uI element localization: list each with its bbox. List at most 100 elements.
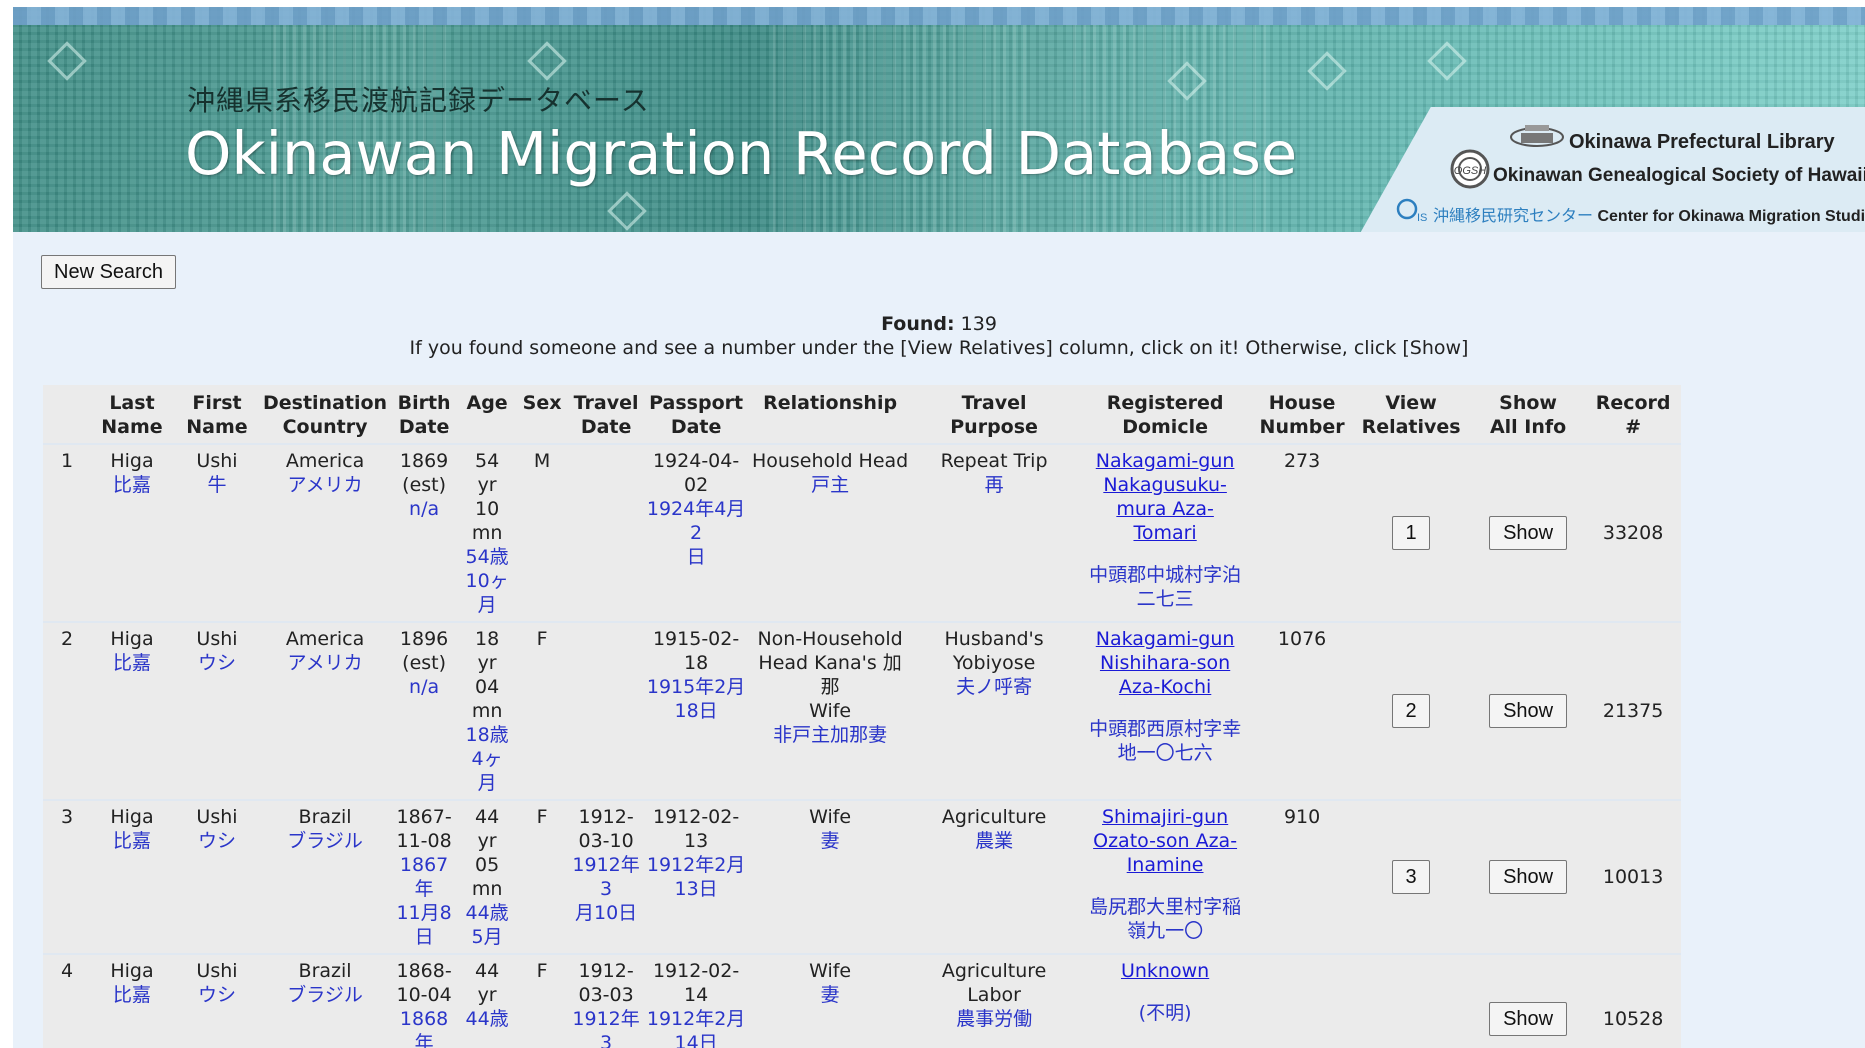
record-number-cell: 21375 xyxy=(1585,621,1682,800)
view-relatives-cell: 2 xyxy=(1351,621,1472,800)
domicile-link[interactable]: Shimajiri-gun Ozato-son Aza- Inamine xyxy=(1079,805,1251,877)
passport-date-line: 1915-02- xyxy=(652,628,740,650)
travel-date-cell xyxy=(569,621,644,800)
age-jp-line: 4ヶ xyxy=(471,748,503,770)
destination-cell: Brazil ブラジル xyxy=(261,953,390,1048)
view-relatives-button[interactable]: 2 xyxy=(1392,694,1431,728)
sponsor-center-japanese: 沖縄移民研究センター xyxy=(1433,208,1594,225)
first-name-cell: Ushi ウシ xyxy=(173,799,261,954)
last-name-cell: Higa 比嘉 xyxy=(91,953,173,1048)
destination-en: America xyxy=(285,450,365,472)
domicile-link[interactable]: Unknown xyxy=(1079,959,1251,983)
age-line: yr xyxy=(477,652,497,674)
domicile-link[interactable]: Nakagami-gun Nakagusuku-mura Aza- Tomari xyxy=(1079,449,1251,545)
domicile-link-line: mura Aza- xyxy=(1116,498,1214,520)
last-name-en: Higa xyxy=(110,450,154,472)
table-row: 3 Higa 比嘉 Ushi ウシ Brazil ブラジル 1867- 11-08 1867年 11… xyxy=(43,799,1682,954)
birth-date-cell: 1869 (est) n/a xyxy=(389,443,460,622)
passport-date-line: 14 xyxy=(684,984,709,1006)
age-jp-line: 10ヶ xyxy=(465,570,509,592)
results-body: 1 Higa 比嘉 Ushi 牛 America アメリカ 1869 (est) n/a 54 yr 1… xyxy=(43,443,1682,1048)
last-name-jp: 比嘉 xyxy=(112,830,151,852)
age-cell: 44 yr 05 mn 44歳 5月 xyxy=(459,799,516,954)
new-search-button[interactable]: New Search xyxy=(41,255,176,289)
header-registered-domicile: Registered Domicle xyxy=(1077,385,1254,444)
last-name-en: Higa xyxy=(110,628,154,650)
domicile-link-line: Nakagami-gun xyxy=(1095,450,1235,472)
passport-date-line: 02 xyxy=(684,474,709,496)
domicile-link-line: Nakagami-gun xyxy=(1095,628,1235,650)
age-jp-line: 5月 xyxy=(471,926,503,948)
age-line: yr xyxy=(477,830,497,852)
header-sex: Sex xyxy=(515,385,570,444)
domicile-link-line: Ozato-son Aza- xyxy=(1093,830,1238,852)
domicile-link-line: Tomari xyxy=(1133,522,1197,544)
travel-date-jp-line: 月10日 xyxy=(575,902,638,924)
show-all-info-button[interactable]: Show xyxy=(1489,1002,1568,1036)
view-relatives-button[interactable]: 3 xyxy=(1392,860,1431,894)
header-house-number: House Number xyxy=(1253,385,1352,444)
travel-purpose-cell: Husband's Yobiyose 夫ノ呼寄 xyxy=(911,621,1078,800)
relationship-cell: Household Head 戸主 xyxy=(749,443,912,622)
relationship-line: Household Head xyxy=(751,450,909,472)
page: 沖縄県系移民渡航記録データベース Okinawan Migration Reco… xyxy=(13,7,1865,1048)
domicile-jp-line: 島尻郡大里村字稲 xyxy=(1089,896,1242,918)
domicile-jp-line: 嶺九一〇 xyxy=(1127,920,1204,942)
sponsor-library-name: Okinawa Prefectural Library xyxy=(1569,131,1835,153)
birth-date-cell: 1868-10-041868年10月4 xyxy=(389,953,460,1048)
first-name-jp: ウシ xyxy=(197,984,236,1006)
banner-motif xyxy=(1307,51,1347,91)
travel-purpose-line: Agriculture Labor xyxy=(941,960,1047,1006)
age-jp-line: 月 xyxy=(477,772,497,794)
banner-english-title: Okinawan Migration Record Database xyxy=(185,119,1298,188)
domicile-spacer xyxy=(1079,699,1251,717)
age-line: 54 xyxy=(475,450,500,472)
destination-jp: アメリカ xyxy=(287,652,363,674)
view-relatives-button[interactable]: 1 xyxy=(1392,516,1431,550)
passport-date-cell: 1912-02- 14 1912年2月 14日 xyxy=(643,953,750,1048)
age-cell: 44 yr 44歳 xyxy=(459,953,516,1048)
travel-purpose-jp-line: 農事労働 xyxy=(956,1008,1033,1030)
travel-purpose-line: Yobiyose xyxy=(952,652,1036,674)
birth-date-jp-line: 1867年 xyxy=(399,854,449,900)
first-name-cell: Ushi ウシ xyxy=(173,953,261,1048)
first-name-cell: Ushi ウシ xyxy=(173,621,261,800)
age-line: 05 xyxy=(475,854,500,876)
destination-en: Brazil xyxy=(298,960,352,982)
show-all-info-cell: Show xyxy=(1471,621,1586,800)
table-row: 2 Higa 比嘉 Ushi ウシ America アメリカ 1896 (est) n/a 18 yr… xyxy=(43,621,1682,800)
view-relatives-cell xyxy=(1351,953,1472,1048)
show-all-info-button[interactable]: Show xyxy=(1489,516,1568,550)
show-all-info-button[interactable]: Show xyxy=(1489,860,1568,894)
age-line: yr xyxy=(477,474,497,496)
domicile-link[interactable]: Nakagami-gun Nishihara-son Aza-Kochi xyxy=(1079,627,1251,699)
show-all-info-cell: Show xyxy=(1471,443,1586,622)
travel-purpose-line: Agriculture xyxy=(941,806,1047,828)
row-index: 3 xyxy=(43,799,91,954)
destination-cell: America アメリカ xyxy=(261,621,390,800)
relationship-jp-line: 非戸主加那妻 xyxy=(773,724,888,746)
last-name-jp: 比嘉 xyxy=(112,652,151,674)
view-relatives-cell: 1 xyxy=(1351,443,1472,622)
header-passport-date: Passport Date xyxy=(643,385,750,444)
domicile-link-line: Inamine xyxy=(1126,854,1204,876)
passport-date-jp-line: 1915年2月 xyxy=(646,676,746,698)
birth-date-jp-line: n/a xyxy=(409,676,440,698)
birth-date-line: 1869 xyxy=(399,450,449,472)
travel-purpose-cell: Agriculture Labor 農事労働 xyxy=(911,953,1078,1048)
domicile-spacer xyxy=(1079,545,1251,563)
library-logo-icon xyxy=(1510,125,1564,147)
destination-jp: ブラジル xyxy=(287,984,363,1006)
show-all-info-button[interactable]: Show xyxy=(1489,694,1568,728)
travel-purpose-cell: Repeat Trip 再 xyxy=(911,443,1078,622)
travel-date-line: 03-10 xyxy=(578,830,634,852)
record-number-cell: 10528 xyxy=(1585,953,1682,1048)
relationship-line: Wife xyxy=(809,700,852,722)
passport-date-cell: 1912-02- 13 1912年2月 13日 xyxy=(643,799,750,954)
first-name-jp: ウシ xyxy=(197,652,236,674)
domicile-link-line: Aza-Kochi xyxy=(1118,676,1212,698)
travel-date-cell xyxy=(569,443,644,622)
passport-date-jp-line: 1912年2月 xyxy=(646,854,746,876)
travel-date-line: 1912- xyxy=(578,806,634,828)
banner-top-strip xyxy=(13,7,1865,25)
